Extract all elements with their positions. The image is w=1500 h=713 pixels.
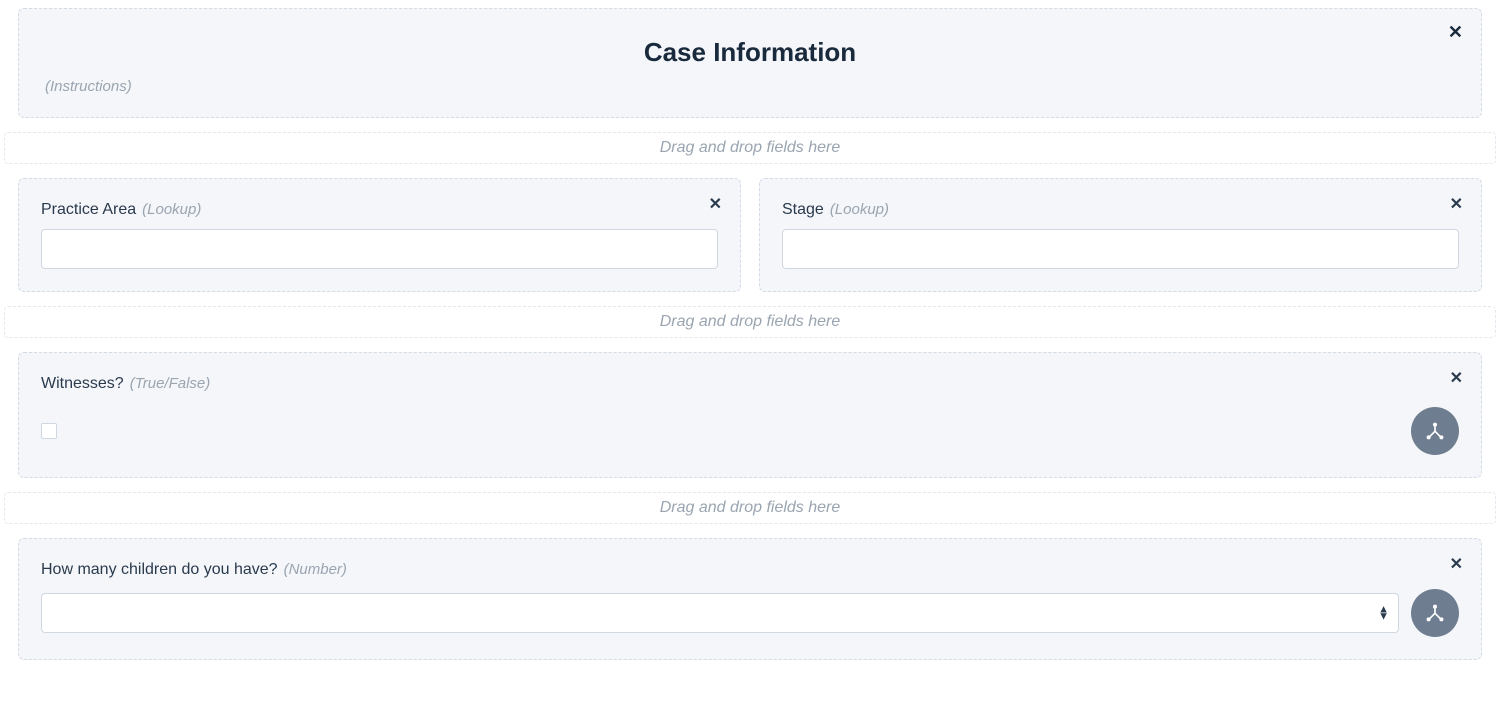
field-card-stage[interactable]: ✕ Stage (Lookup) (759, 178, 1482, 292)
conditional-logic-button[interactable] (1411, 407, 1459, 455)
field-label: How many children do you have? (41, 561, 278, 579)
dropzone[interactable]: Drag and drop fields here (4, 132, 1496, 164)
stage-input[interactable] (782, 229, 1459, 269)
conditional-logic-button[interactable] (1411, 589, 1459, 637)
practice-area-input[interactable] (41, 229, 718, 269)
dropzone-label: Drag and drop fields here (660, 313, 841, 330)
field-label-row: How many children do you have? (Number) (41, 561, 1459, 579)
witnesses-body (41, 407, 1459, 455)
section-header-card: Case Information ✕ (Instructions) (18, 8, 1482, 118)
dropzone[interactable]: Drag and drop fields here (4, 492, 1496, 524)
field-type: (Lookup) (830, 201, 889, 218)
close-icon[interactable]: ✕ (1450, 371, 1463, 387)
children-number-input[interactable] (41, 593, 1399, 633)
field-type: (Lookup) (142, 201, 201, 218)
field-type: (True/False) (130, 375, 211, 392)
field-label: Witnesses? (41, 375, 124, 393)
field-card-children[interactable]: ✕ How many children do you have? (Number… (18, 538, 1482, 660)
field-label-row: Practice Area (Lookup) (41, 201, 718, 219)
witnesses-checkbox[interactable] (41, 423, 57, 439)
field-label-row: Witnesses? (True/False) (41, 375, 1459, 393)
field-card-practice-area[interactable]: ✕ Practice Area (Lookup) (18, 178, 741, 292)
close-icon[interactable]: ✕ (1450, 557, 1463, 573)
branch-icon (1424, 420, 1446, 442)
instructions-placeholder[interactable]: (Instructions) (45, 78, 1455, 95)
close-icon[interactable]: ✕ (709, 197, 722, 213)
field-type: (Number) (284, 561, 347, 578)
field-label: Stage (782, 201, 824, 219)
field-label: Practice Area (41, 201, 136, 219)
dropzone-label: Drag and drop fields here (660, 139, 841, 156)
number-input-wrap: ▲ ▼ (41, 589, 1459, 637)
field-card-witnesses[interactable]: ✕ Witnesses? (True/False) (18, 352, 1482, 478)
field-label-row: Stage (Lookup) (782, 201, 1459, 219)
branch-icon (1424, 602, 1446, 624)
field-row: ✕ Practice Area (Lookup) ✕ Stage (Lookup… (18, 178, 1482, 292)
close-icon[interactable]: ✕ (1450, 197, 1463, 213)
dropzone[interactable]: Drag and drop fields here (4, 306, 1496, 338)
section-title: Case Information (45, 37, 1455, 68)
close-icon[interactable]: ✕ (1448, 23, 1463, 41)
dropzone-label: Drag and drop fields here (660, 499, 841, 516)
